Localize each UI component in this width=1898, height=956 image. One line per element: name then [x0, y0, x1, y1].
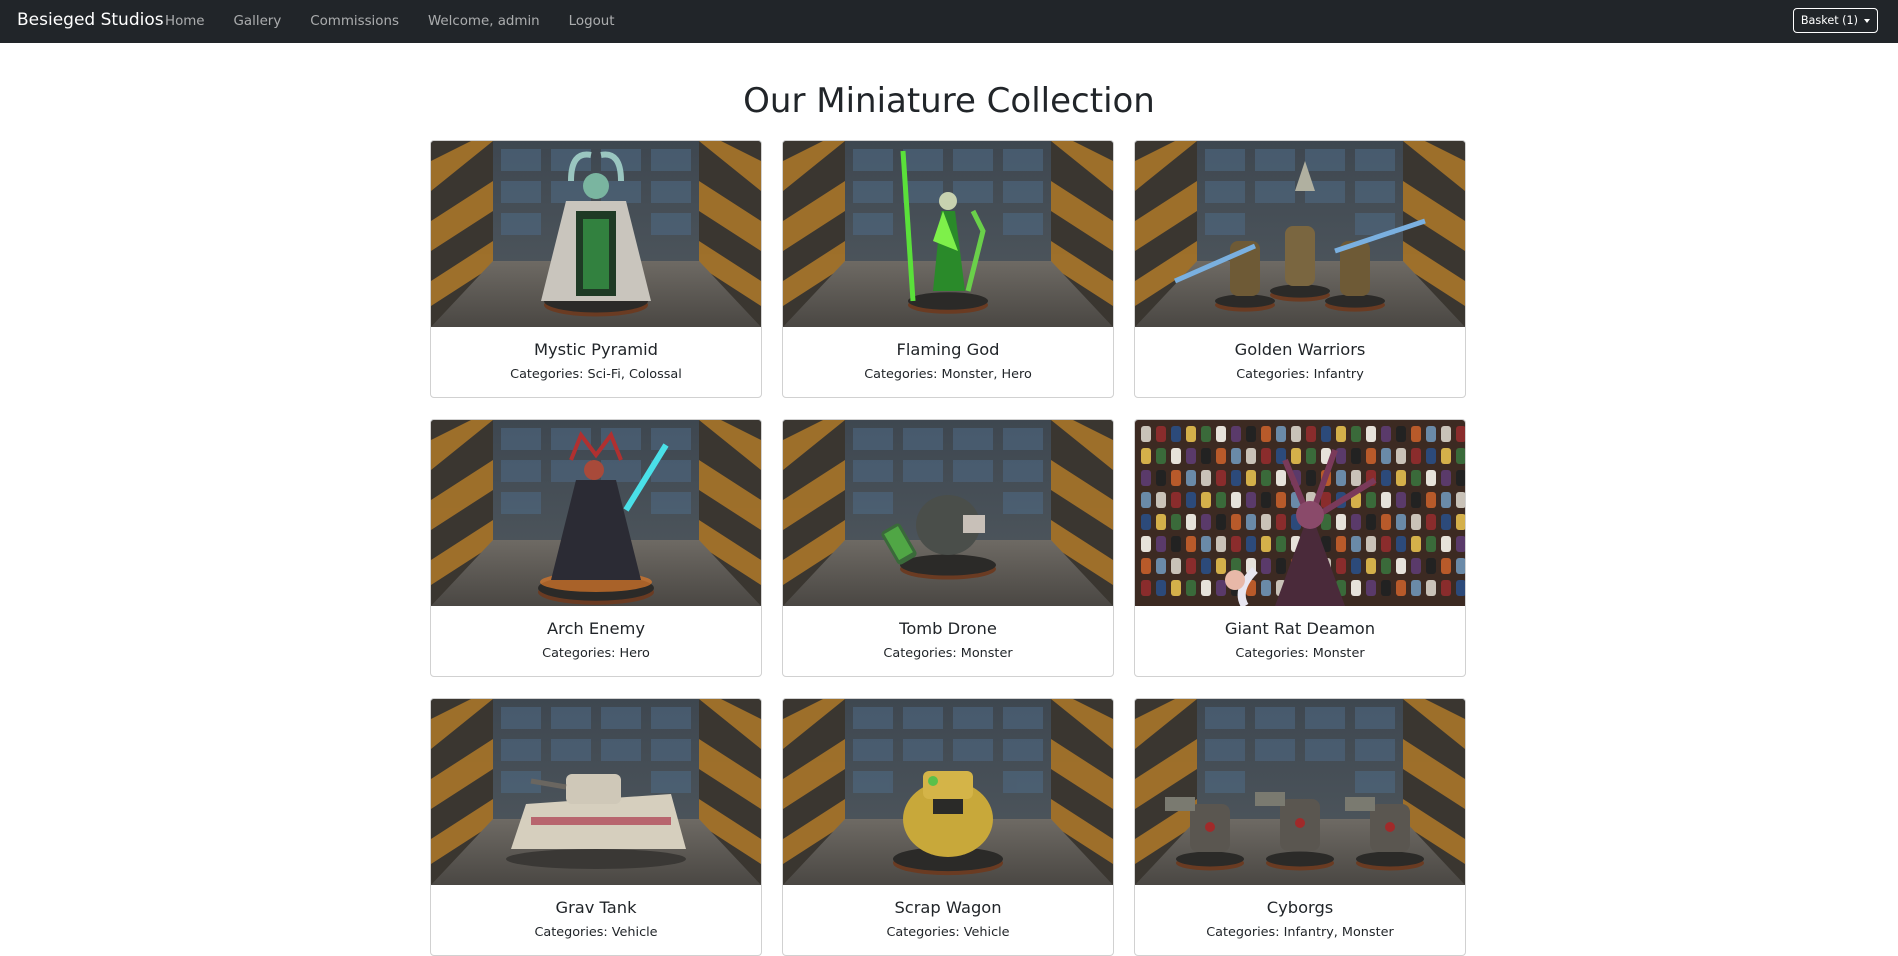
basket-dropdown-button[interactable]: Basket (1)	[1792, 8, 1878, 33]
nav-link-gallery[interactable]: Gallery	[234, 1, 282, 42]
miniature-card[interactable]: Giant Rat Deamon Categories: Monster	[1134, 419, 1466, 677]
miniature-card[interactable]: Tomb Drone Categories: Monster	[782, 419, 1114, 677]
miniature-grid: Mystic Pyramid Categories: Sci-Fi, Colos…	[430, 140, 1468, 956]
miniature-photo	[783, 141, 1113, 327]
card-categories: Categories: Monster, Hero	[864, 367, 1032, 382]
miniature-card[interactable]: Flaming God Categories: Monster, Hero	[782, 140, 1114, 398]
card-categories: Categories: Hero	[542, 646, 650, 661]
miniature-photo	[431, 699, 761, 885]
card-title: Tomb Drone	[899, 619, 997, 638]
miniature-photo	[783, 420, 1113, 606]
miniature-card[interactable]: Golden Warriors Categories: Infantry	[1134, 140, 1466, 398]
card-categories: Categories: Vehicle	[886, 925, 1010, 940]
nav-links: Home Gallery Commissions Welcome, admin …	[165, 0, 644, 43]
welcome-text: Welcome, admin	[427, 14, 540, 29]
card-title: Arch Enemy	[546, 619, 646, 638]
card-title: Golden Warriors	[1234, 340, 1366, 359]
card-categories: Categories: Sci-Fi, Colossal	[510, 367, 682, 382]
card-categories: Categories: Monster	[1235, 646, 1365, 661]
card-categories: Categories: Monster	[883, 646, 1013, 661]
card-title: Mystic Pyramid	[533, 340, 659, 359]
card-title: Giant Rat Deamon	[1224, 619, 1376, 638]
card-title: Grav Tank	[555, 898, 637, 917]
miniature-card[interactable]: Mystic Pyramid Categories: Sci-Fi, Colos…	[430, 140, 762, 398]
top-navbar: Besieged Studios Home Gallery Commission…	[0, 0, 1898, 43]
miniature-photo	[431, 141, 761, 327]
page-title: Our Miniature Collection	[743, 81, 1155, 121]
caret-down-icon	[1864, 18, 1870, 23]
basket-label: Basket (1)	[1800, 14, 1858, 27]
miniature-card[interactable]: Scrap Wagon Categories: Vehicle	[782, 698, 1114, 956]
miniature-photo	[1135, 699, 1465, 885]
nav-link-commissions[interactable]: Commissions	[310, 1, 399, 42]
card-categories: Categories: Infantry, Monster	[1206, 925, 1394, 940]
brand-link[interactable]: Besieged Studios	[17, 0, 164, 43]
miniature-photo	[783, 699, 1113, 885]
nav-link-home[interactable]: Home	[165, 1, 205, 42]
miniature-photo	[431, 420, 761, 606]
card-title: Cyborgs	[1266, 898, 1334, 917]
card-title: Scrap Wagon	[894, 898, 1002, 917]
miniature-photo	[1135, 141, 1465, 327]
card-categories: Categories: Vehicle	[534, 925, 658, 940]
card-title: Flaming God	[896, 340, 1000, 359]
miniature-photo	[1135, 420, 1465, 606]
miniature-card[interactable]: Grav Tank Categories: Vehicle	[430, 698, 762, 956]
miniature-card[interactable]: Cyborgs Categories: Infantry, Monster	[1134, 698, 1466, 956]
miniature-card[interactable]: Arch Enemy Categories: Hero	[430, 419, 762, 677]
nav-link-logout[interactable]: Logout	[569, 1, 615, 42]
card-categories: Categories: Infantry	[1236, 367, 1364, 382]
